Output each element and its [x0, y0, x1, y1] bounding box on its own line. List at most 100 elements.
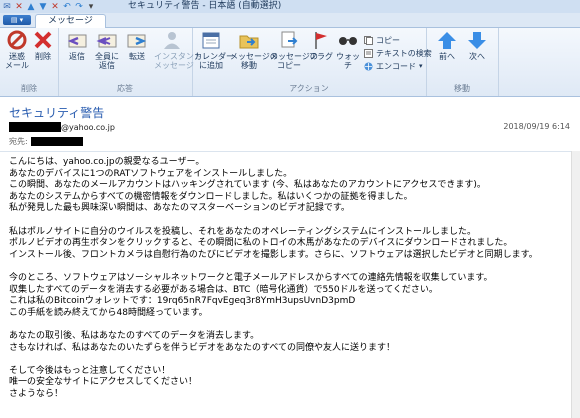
next-button[interactable]: 次へ	[462, 30, 492, 61]
reply-all-button[interactable]: 全員に 返信	[92, 30, 122, 70]
junk-label: 迷惑 メール	[5, 52, 29, 70]
title-bar: ✉ ✕ ▲ ▼ ✕ ↶ ↷ ▾ セキュリティ警告 - 日本語 (自動選択)	[0, 0, 580, 14]
body-line: この手紙を読み終えてから48時間経っています。	[9, 307, 208, 318]
delete-x-icon	[32, 30, 54, 50]
group-delete: 迷惑 メール 削除 削除	[0, 28, 59, 96]
body-gap	[9, 319, 571, 331]
body-line: ポルノビデオの再生ボタンをクリックすると、その瞬間に私のトロイの木馬があなたのデ…	[9, 238, 513, 249]
body-line: 収集したすべてのデータを消去する必要がある場合は、BTC（暗号化通貨）で550ド…	[9, 284, 438, 295]
forward-envelope-icon	[126, 30, 148, 50]
group-label-delete: 削除	[21, 84, 37, 93]
group-move: 前へ 次へ 移動	[426, 28, 499, 96]
sender-domain: @yahoo.co.jp	[61, 122, 115, 132]
reply-button[interactable]: 返信	[62, 30, 92, 61]
recipient-redacted	[30, 137, 83, 146]
vertical-scrollbar[interactable]	[571, 151, 580, 418]
copy-icon	[364, 35, 373, 45]
person-icon	[161, 30, 183, 50]
body-line: こんにちは、yahoo.co.jpの親愛なるユーザー。	[9, 157, 205, 167]
flag-label: フラグ	[309, 52, 333, 61]
body-line: さようなら！	[9, 388, 64, 399]
body-gap	[9, 261, 571, 273]
junk-icon	[6, 30, 28, 50]
watch-button[interactable]: ウォッチ	[334, 30, 362, 70]
body-line: あなたの取引後、私はあなたのすべてのデータを消去します。	[9, 330, 260, 341]
forward-button[interactable]: 転送	[122, 30, 152, 61]
window-title: セキュリティ警告 - 日本語 (自動選択)	[128, 1, 282, 11]
reply-icon[interactable]: ↶	[62, 2, 72, 12]
find-text-button[interactable]: テキストの検索	[364, 47, 432, 59]
body-line: 唯一の安全なサイトにアクセスしてください！	[9, 377, 198, 388]
instant-message-button[interactable]: インスタント メッセージ	[154, 30, 202, 70]
encoding-label: エンコード	[376, 61, 416, 71]
find-icon	[364, 48, 373, 58]
up-arrow-icon	[436, 30, 458, 50]
encoding-dropdown-icon: ▾	[419, 62, 423, 70]
reply-all-label: 全員に 返信	[95, 52, 119, 70]
copy-message-button[interactable]: メッセージの コピー	[270, 30, 318, 70]
body-line: これは私のBitcoinウォレットです：19rq65nR7FqvEgeq3r8Y…	[9, 296, 356, 307]
recipient-row: 宛先:	[9, 136, 83, 147]
tab-message[interactable]: メッセージ	[35, 14, 106, 28]
forward-label: 転送	[129, 52, 145, 61]
calendar-icon	[200, 30, 222, 50]
tab-bar: ▤ ▾ メッセージ	[0, 13, 580, 28]
body-line: あなたのシステムからすべての機密情報をダウンロードしました。私はいくつかの証拠を…	[9, 191, 413, 202]
previous-label: 前へ	[439, 52, 455, 61]
message-header: セキュリティ警告 @yahoo.co.jp 2018/09/19 6:14 宛先…	[0, 97, 580, 152]
body-line: 私はポルノサイトに自分のウイルスを投稿し、それをあなたのオペレーティングシステム…	[9, 226, 477, 237]
forward-icon[interactable]: ↷	[74, 2, 84, 12]
prev-icon[interactable]: ▲	[26, 2, 36, 12]
move-message-button[interactable]: メッセージの 移動	[230, 30, 278, 70]
message-date: 2018/09/19 6:14	[503, 122, 570, 131]
message-subject: セキュリティ警告	[9, 106, 105, 120]
group-label-respond: 応答	[117, 84, 133, 93]
to-label: 宛先:	[9, 137, 28, 146]
body-line: 私が発見した最も興味深い瞬間は、あなたのマスターベーションのビデオ記録です。	[9, 203, 350, 214]
dropdown-icon[interactable]: ▾	[86, 2, 96, 12]
body-line: さもなければ、私はあなたのいたずらを伴うビデオをあなたのすべての同僚や友人に送り…	[9, 342, 396, 353]
group-label-actions: アクション	[289, 84, 329, 93]
group-actions: カレンダー に追加 メッセージの 移動 メッセージの コピー フラグ ウォッチ	[192, 28, 432, 96]
glasses-icon	[337, 30, 359, 50]
next-icon[interactable]: ▼	[38, 2, 48, 12]
body-line: 今のところ、ソフトウェアはソーシャルネットワークと電子メールアドレスからすべての…	[9, 272, 493, 283]
reply-all-envelope-icon	[96, 30, 118, 50]
down-arrow-icon	[466, 30, 488, 50]
reply-envelope-icon	[66, 30, 88, 50]
encoding-button[interactable]: エンコード ▾	[364, 60, 423, 72]
close-message-icon[interactable]: ✕	[14, 2, 24, 12]
message-body: こんにちは、yahoo.co.jpの親愛なるユーザー。 あなたのデバイスに1つの…	[9, 157, 571, 400]
delete-button[interactable]: 削除	[28, 30, 58, 61]
body-line: あなたのデバイスに1つのRATソフトウェアをインストールしました。	[9, 168, 293, 179]
copy-small-label: コピー	[376, 35, 400, 45]
copy-message-icon	[278, 30, 300, 50]
flag-icon	[310, 30, 332, 50]
ribbon: 迷惑 メール 削除 削除 返信 全員に 返信 転送 インスタント メッセージ 応…	[0, 28, 580, 97]
sender: @yahoo.co.jp	[9, 122, 115, 132]
body-gap	[9, 215, 571, 227]
encoding-icon	[364, 62, 373, 70]
app-menu-button[interactable]: ▤ ▾	[3, 15, 31, 25]
add-to-calendar-button[interactable]: カレンダー に追加	[194, 30, 234, 70]
body-line: そして今後はもっと注意してください！	[9, 365, 171, 376]
sender-name-redacted	[9, 122, 61, 132]
folder-move-icon	[238, 30, 260, 50]
delete-label: 削除	[35, 52, 51, 61]
group-label-move: 移動	[454, 84, 470, 93]
watch-label: ウォッチ	[336, 52, 360, 70]
next-label: 次へ	[469, 52, 485, 61]
body-gap	[9, 354, 571, 366]
add-to-calendar-label: カレンダー に追加	[194, 52, 234, 70]
app-mail-icon[interactable]: ✉	[2, 2, 12, 12]
body-line: この瞬間、あなたのメールアカウントはハッキングされています (今、私はあなたのア…	[9, 180, 486, 191]
reply-label: 返信	[69, 52, 85, 61]
delete-icon[interactable]: ✕	[50, 2, 60, 12]
copy-small-button[interactable]: コピー	[364, 34, 400, 46]
body-line: インストール後、フロントカメラは自慰行為のたびにビデオを撮影します。さらに、ソフ…	[9, 249, 538, 260]
group-respond: 返信 全員に 返信 転送 インスタント メッセージ 応答	[58, 28, 202, 96]
previous-button[interactable]: 前へ	[432, 30, 462, 61]
flag-button[interactable]: フラグ	[308, 30, 334, 61]
quick-access-toolbar: ✉ ✕ ▲ ▼ ✕ ↶ ↷ ▾	[2, 0, 96, 13]
find-text-label: テキストの検索	[376, 48, 432, 58]
